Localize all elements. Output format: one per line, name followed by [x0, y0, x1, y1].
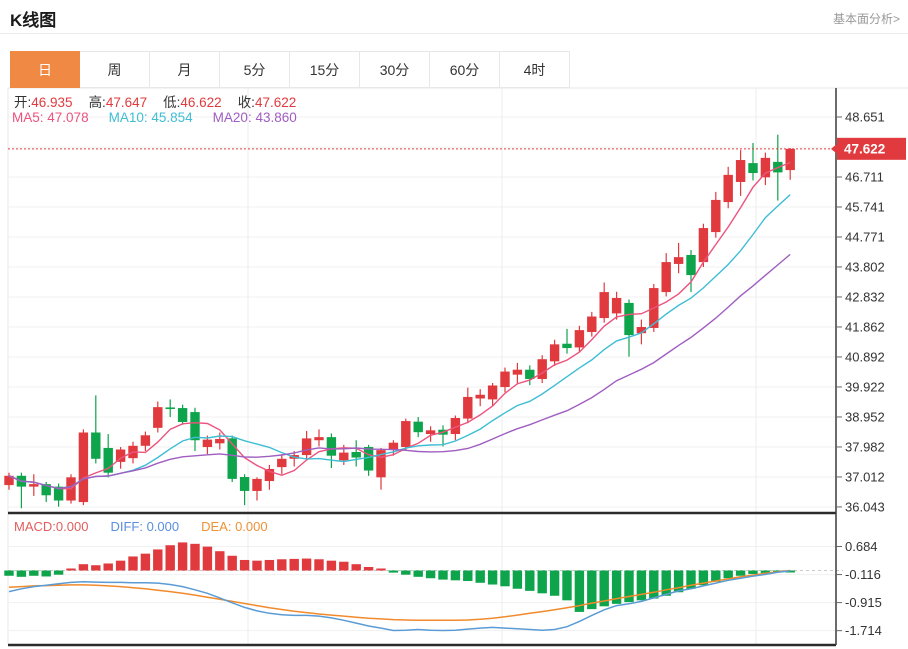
ma5-value: 47.078 [47, 110, 89, 125]
low-value: 46.622 [180, 95, 222, 110]
svg-text:0.684: 0.684 [845, 539, 878, 554]
high-label: 高: [88, 95, 106, 110]
svg-text:45.741: 45.741 [845, 200, 885, 215]
svg-text:37.012: 37.012 [845, 469, 885, 484]
svg-text:36.043: 36.043 [845, 499, 885, 514]
tab-日[interactable]: 日 [10, 51, 80, 88]
tab-30分[interactable]: 30分 [360, 51, 430, 88]
svg-text:-0.915: -0.915 [845, 595, 882, 610]
svg-text:37.982: 37.982 [845, 439, 885, 454]
dea-label: DEA: [201, 519, 232, 534]
fundamental-analysis-link[interactable]: 基本面分析> [833, 10, 900, 27]
close-value: 47.622 [254, 95, 297, 110]
macd-value: 0.000 [55, 519, 89, 534]
svg-text:38.952: 38.952 [845, 409, 885, 424]
svg-text:48.651: 48.651 [845, 110, 885, 125]
tab-月[interactable]: 月 [150, 51, 220, 88]
svg-text:44.771: 44.771 [845, 230, 885, 245]
svg-text:40.892: 40.892 [845, 349, 885, 364]
diff-label: DIFF: [110, 519, 143, 534]
tab-4时[interactable]: 4时 [500, 51, 570, 88]
open-value: 46.935 [31, 95, 73, 110]
open-label: 开: [14, 95, 32, 110]
macd-readout: MACD:0.000 DIFF: 0.000 DEA: 0.000 [14, 519, 268, 534]
ma-readout: MA5: 47.078 MA10: 45.854 MA20: 43.860 [12, 110, 297, 125]
diff-value: 0.000 [146, 519, 180, 534]
timeframe-tabs: 日周月 5分 15分 30分 60分 4时 [10, 51, 570, 88]
tab-60分[interactable]: 60分 [430, 51, 500, 88]
svg-text:42.832: 42.832 [845, 289, 885, 304]
dea-value: 0.000 [235, 519, 268, 534]
low-label: 低: [163, 95, 181, 110]
tab-5分[interactable]: 5分 [220, 51, 290, 88]
high-value: 47.647 [105, 95, 148, 110]
svg-text:47.622: 47.622 [844, 142, 885, 157]
svg-text:-0.116: -0.116 [845, 567, 881, 582]
close-label: 收: [237, 95, 255, 110]
tab-周[interactable]: 周 [80, 51, 150, 88]
svg-text:43.802: 43.802 [845, 259, 885, 274]
svg-text:41.862: 41.862 [845, 319, 885, 334]
tab-15分[interactable]: 15分 [290, 51, 360, 88]
ohlc-readout: 开:46.935 高:47.647 低:46.622 收:47.622 [14, 91, 296, 111]
ma10-label: MA10: [108, 110, 148, 125]
svg-text:-1.714: -1.714 [845, 623, 882, 638]
ma10-value: 45.854 [151, 110, 193, 125]
svg-text:46.711: 46.711 [845, 170, 884, 185]
current-price-tag: 47.622 [831, 137, 906, 160]
ma20-label: MA20: [212, 110, 252, 125]
ma20-value: 43.860 [255, 110, 297, 125]
ma5-label: MA5: [12, 110, 44, 125]
svg-text:39.922: 39.922 [845, 379, 885, 394]
page-title: K线图 [10, 11, 57, 30]
macd-label: MACD: [14, 519, 56, 534]
